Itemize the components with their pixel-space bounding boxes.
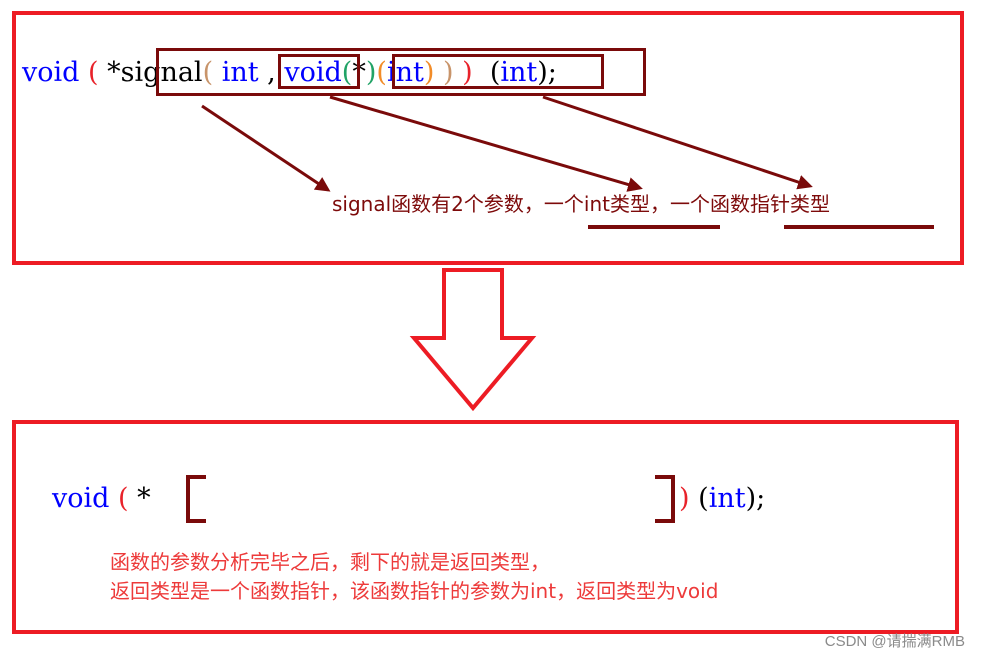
explanation-line-1: 函数的参数分析完毕之后，剩下的就是返回类型，	[110, 550, 550, 574]
bottom-code-return-params: (int);	[698, 483, 766, 514]
left-bracket	[186, 475, 206, 523]
explanation-line-2: 返回类型是一个函数指针，该函数指针的参数为int，返回类型为void	[110, 579, 719, 603]
bottom-code-star: *	[137, 483, 151, 514]
big-down-arrow	[409, 268, 537, 412]
arrow-to-int-type	[329, 95, 643, 192]
right-bracket	[655, 475, 675, 523]
bottom-code-open-paren: (	[118, 483, 129, 514]
bottom-code-left: void ( *	[52, 482, 151, 516]
bottom-explanation: 函数的参数分析完毕之后，剩下的就是返回类型， 返回类型是一个函数指针，该函数指针的…	[110, 548, 718, 606]
watermark: CSDN @请揣满RMB	[824, 633, 965, 650]
bottom-code-close-paren: )	[679, 483, 690, 514]
arrow-to-signal-params	[201, 104, 331, 192]
bottom-code-right: ) (int);	[679, 482, 765, 516]
bottom-code-void-keyword: void	[52, 483, 110, 514]
